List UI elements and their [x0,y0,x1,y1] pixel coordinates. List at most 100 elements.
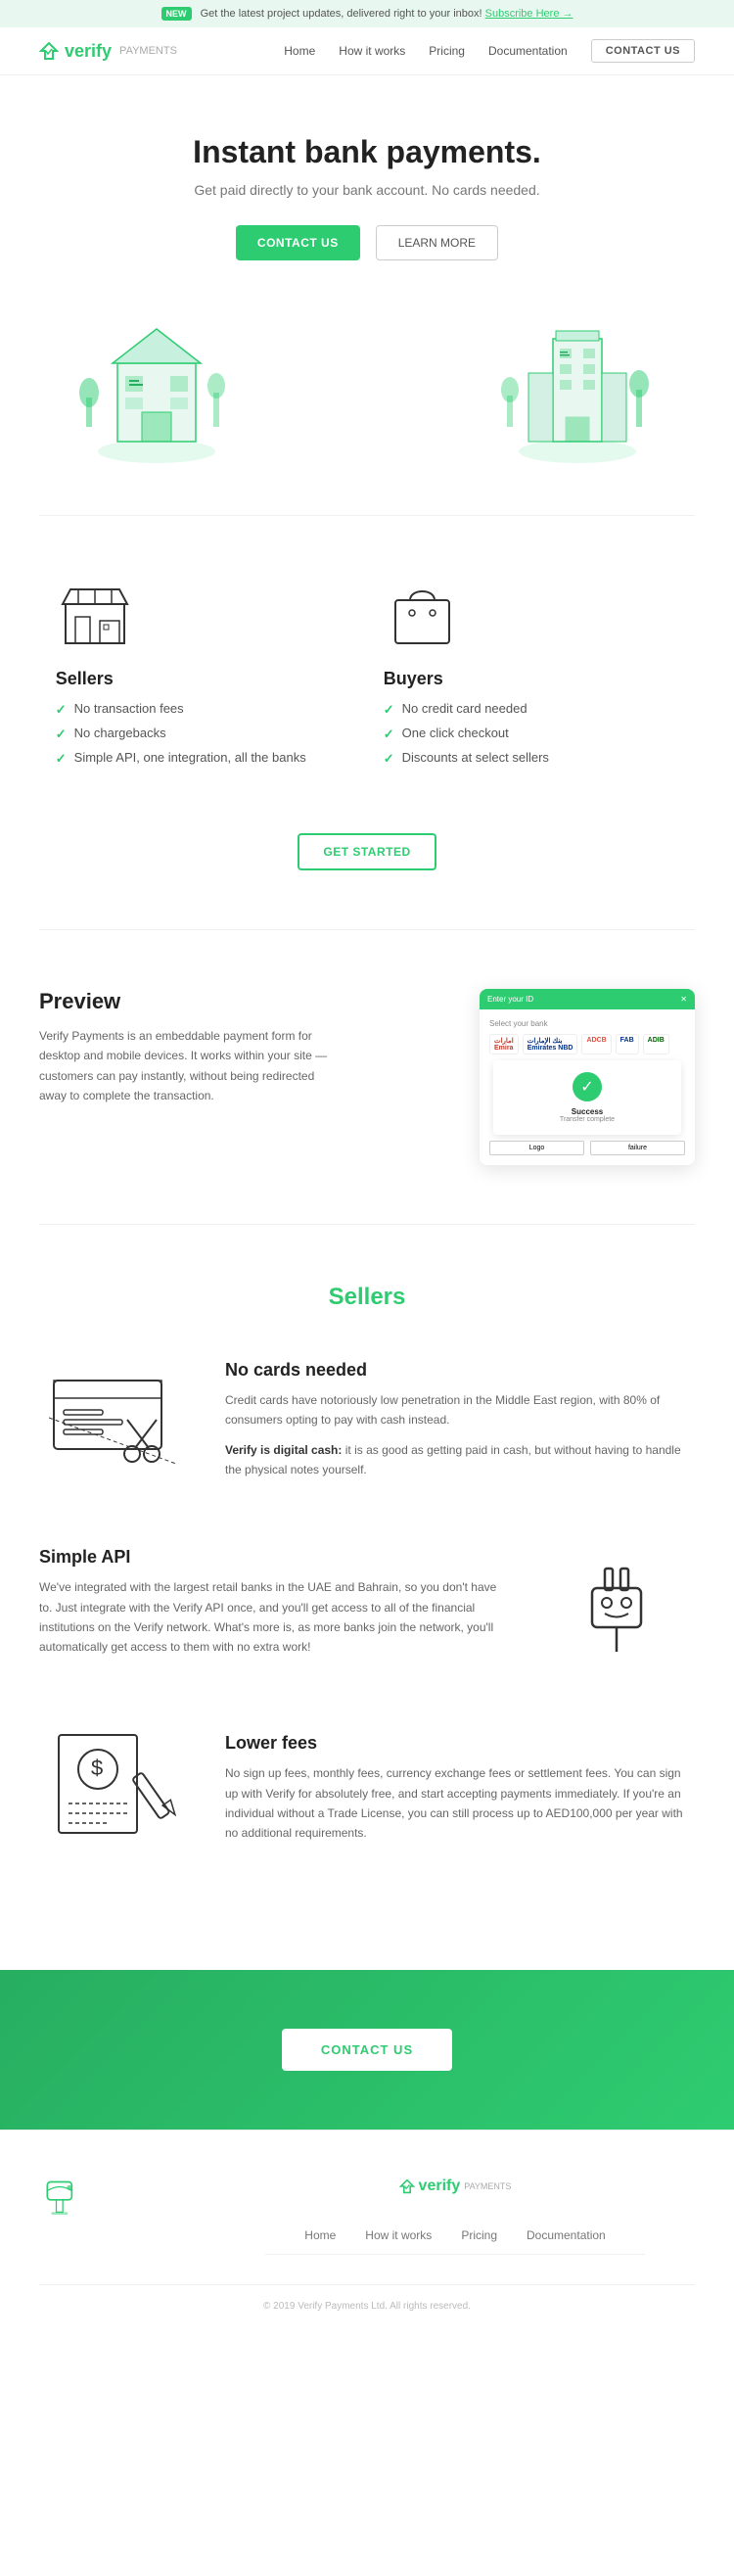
building-left-svg [78,309,235,466]
footer-link-home[interactable]: Home [304,2228,336,2242]
building-right [499,309,656,466]
hero-illustration [0,300,734,515]
verify-bold: Verify is digital cash: [225,1443,342,1457]
footer-copyright: © 2019 Verify Payments Ltd. All rights r… [39,2284,695,2312]
buyers-title: Buyers [384,669,443,689]
nav-documentation[interactable]: Documentation [488,44,568,58]
building-left [78,309,235,466]
preview-description: Verify Payments is an embeddable payment… [39,1026,335,1106]
success-sub: Transfer complete [505,1116,669,1123]
announcement-link[interactable]: Subscribe Here → [485,8,573,20]
adib-bank: ADIB [643,1034,669,1054]
nav-home[interactable]: Home [284,44,315,58]
detail-row-fees: $ Lower fees No sign up fees, monthly fe… [39,1725,695,1852]
new-badge: NEW [161,7,192,21]
buyers-item-3: ✓ Discounts at select sellers [384,750,549,767]
success-check-icon: ✓ [573,1072,602,1101]
preview-text: Preview Verify Payments is an embeddable… [39,989,335,1118]
fees-icon-area: $ [39,1725,196,1852]
hero-subtitle: Get paid directly to your bank account. … [39,182,695,198]
buyers-icon-area [384,575,462,653]
fab-bank: FAB [616,1034,639,1054]
cards-desc-2: Verify is digital cash: it is as good as… [225,1440,695,1480]
buyers-col: Buyers ✓ No credit card needed ✓ One cli… [384,575,679,774]
mailbox-icon [39,2170,88,2219]
failure-btn[interactable]: failure [590,1141,685,1155]
buyers-item-2: ✓ One click checkout [384,726,549,742]
cta-contact-btn[interactable]: CONTACT US [282,2029,452,2071]
buyers-item-1: ✓ No credit card needed [384,701,549,718]
footer-left [39,2170,157,2255]
footer-nav-pricing: Pricing [461,2226,497,2242]
invoice-pen-icon: $ [49,1725,186,1852]
cards-title: No cards needed [225,1360,695,1381]
emirates-bank: اماراتEmira [489,1034,519,1054]
building-right-svg [499,309,656,466]
sellers-icon-area [56,575,134,653]
footer-top: verify PAYMENTS Home How it works Pricin… [39,2170,695,2255]
success-overlay: ✓ Success Transfer complete [489,1060,685,1135]
preview-title: Preview [39,989,335,1014]
hero-contact-btn[interactable]: CONTACT US [236,225,360,260]
payment-form-mockup: Enter your ID ✕ Select your bank اماراتE… [480,989,695,1165]
mockup-actions: Logo failure [489,1141,685,1155]
cards-desc-1: Credit cards have notoriously low penetr… [225,1390,695,1430]
footer-link-docs[interactable]: Documentation [527,2228,606,2242]
success-title: Success [505,1107,669,1116]
nav-payments-label: PAYMENTS [119,45,177,57]
bank-logos: اماراتEmira بنك الإماراتEmirates NBD ADC… [489,1034,685,1054]
nav-how-it-works[interactable]: How it works [339,44,405,58]
hero-section: Instant bank payments. Get paid directly… [0,75,734,300]
fees-title: Lower fees [225,1733,695,1754]
buyers-list: ✓ No credit card needed ✓ One click chec… [384,701,549,774]
footer-nav-docs: Documentation [527,2226,606,2242]
nav-pricing[interactable]: Pricing [429,44,465,58]
fees-desc: No sign up fees, monthly fees, currency … [225,1763,695,1844]
get-started-btn[interactable]: GET STARTED [298,833,436,870]
sellers-detail-title: Sellers [39,1284,695,1311]
api-icon-area [538,1539,695,1666]
nav-links: Home How it works Pricing Documentation … [284,39,695,63]
check-icon-1: ✓ [56,702,67,718]
sellers-item-2: ✓ No chargebacks [56,726,306,742]
check-icon-2: ✓ [56,726,67,742]
mockup-screen: Select your bank اماراتEmira بنك الإمارا… [480,1009,695,1165]
check-icon-5: ✓ [384,726,394,742]
logo-icon [39,41,59,61]
nbd-bank: بنك الإماراتEmirates NBD [523,1034,578,1054]
mockup-header-text: Enter your ID [487,995,533,1004]
announcement-bar: NEW Get the latest project updates, deli… [0,0,734,27]
nav-contact-btn[interactable]: CONTACT US [591,39,695,63]
sellers-detail-section: Sellers No cards needed Cr [0,1225,734,1970]
footer-nav-home: Home [304,2226,336,2242]
footer-logo-text: verify [419,2178,461,2195]
cards-icon-area [39,1361,196,1478]
api-text: Simple API We've integrated with the lar… [39,1547,509,1658]
sellers-item-3: ✓ Simple API, one integration, all the b… [56,750,306,767]
bag-icon [390,579,454,649]
sellers-list: ✓ No transaction fees ✓ No chargebacks ✓… [56,701,306,774]
footer-link-how[interactable]: How it works [365,2228,432,2242]
announcement-text: Get the latest project updates, delivere… [201,8,482,20]
detail-row-cards: No cards needed Credit cards have notori… [39,1360,695,1480]
footer-nav: Home How it works Pricing Documentation [265,2215,644,2255]
footer-logo: verify PAYMENTS [399,2178,512,2195]
hero-buttons: CONTACT US LEARN MORE [39,225,695,260]
logo: verify PAYMENTS [39,41,177,62]
footer-payments-label: PAYMENTS [464,2181,511,2191]
check-icon-4: ✓ [384,702,394,718]
hero-learn-more-btn[interactable]: LEARN MORE [376,225,498,260]
mockup-close: ✕ [680,995,687,1004]
preview-section: Preview Verify Payments is an embeddable… [0,930,734,1224]
footer-logo-icon [399,2178,415,2194]
fees-text: Lower fees No sign up fees, monthly fees… [225,1733,695,1844]
footer-link-pricing[interactable]: Pricing [461,2228,497,2242]
logo-btn[interactable]: Logo [489,1141,584,1155]
get-started-area: GET STARTED [0,814,734,929]
navbar: verify PAYMENTS Home How it works Pricin… [0,27,734,75]
adcb-bank: ADCB [581,1034,611,1054]
store-icon [61,580,129,648]
footer-nav-how: How it works [365,2226,432,2242]
api-title: Simple API [39,1547,509,1568]
footer-center: verify PAYMENTS Home How it works Pricin… [215,2170,695,2255]
